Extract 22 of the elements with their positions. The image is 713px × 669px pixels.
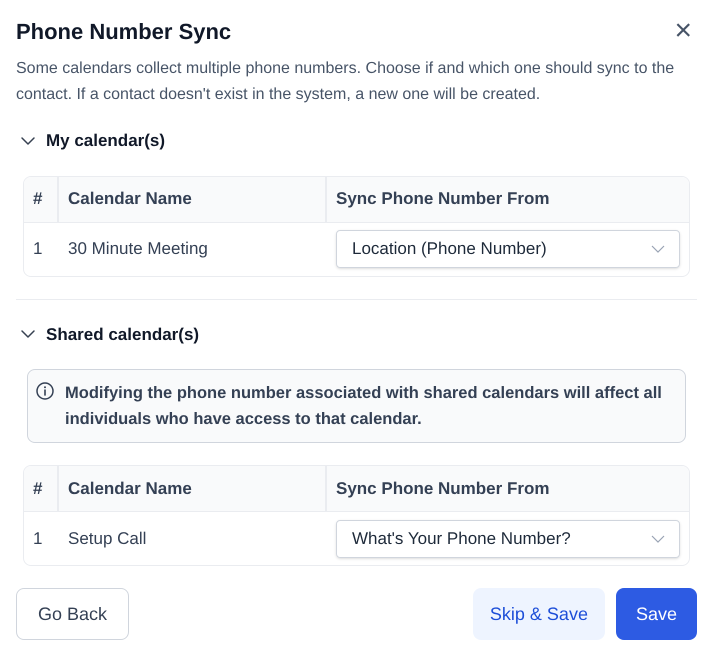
column-header: Sync Phone Number From bbox=[336, 478, 550, 500]
dialog-description: Some calendars collect multiple phone numbers. Choose if and which one should sync to the contact. If a contact doesn't exist in the system, a new one will be created. bbox=[16, 59, 676, 105]
column-header: Calendar Name bbox=[68, 188, 192, 210]
dialog-title: Phone Number Sync bbox=[16, 18, 232, 46]
table-cell: 1 bbox=[33, 528, 42, 548]
notice-text: Modifying the phone number associated with shared calendars will affect all individuals who have access to that calendar. bbox=[65, 383, 663, 430]
table-cell: Setup Call bbox=[68, 528, 146, 548]
close-button[interactable]: × bbox=[674, 18, 697, 44]
skip-save-button[interactable]: Skip & Save bbox=[472, 588, 605, 640]
column-header: # bbox=[33, 478, 42, 500]
column-header: Sync Phone Number From bbox=[336, 188, 550, 210]
section-toggle[interactable]: My calendar(s) bbox=[16, 128, 166, 154]
table-cell: 1 bbox=[33, 239, 42, 258]
column-header: Calendar Name bbox=[68, 478, 192, 500]
info-icon bbox=[35, 381, 55, 401]
go-back-button[interactable]: Go Back bbox=[16, 588, 130, 640]
save-button[interactable]: Save bbox=[616, 588, 697, 640]
table-cell: 30 Minute Meeting bbox=[68, 239, 208, 258]
column-header: # bbox=[33, 188, 42, 210]
sync-dropdown[interactable]: What's Your Phone Number? bbox=[336, 520, 680, 558]
sync-dropdown[interactable]: Location (Phone Number) bbox=[336, 230, 680, 268]
section-toggle[interactable]: Shared calendar(s) bbox=[16, 322, 200, 347]
